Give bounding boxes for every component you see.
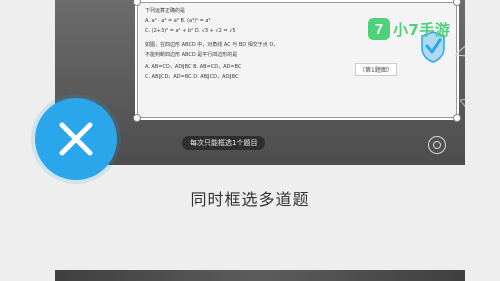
question-line: 如图，在四边形 ABCD 中，对角线 AC 与 BD 相交于点 O， (145, 42, 279, 48)
crop-handle[interactable] (133, 114, 141, 122)
next-preview-shade (55, 270, 465, 281)
question-line: C. (2+3)² = a² + b² D. √3 + √2 = √5 (145, 28, 236, 34)
close-icon (59, 122, 93, 156)
question-line: A. a² · a³ = a⁶ B. (a³)² = a⁵ (145, 18, 211, 24)
question-line: C. AB∥CD，AD=BC D. AB∥CD，AD∥BC (145, 74, 239, 80)
question-line: 下列运算正确的是 (145, 8, 186, 14)
hint-chip: 每次只能框选1个题目 (182, 136, 266, 150)
watermark-logo: 7 小7手游 (368, 18, 450, 40)
question-line: A. AB=CD，AD∥BC B. AB=CD，AD=BC (145, 64, 242, 70)
crop-handle[interactable] (133, 0, 141, 6)
tutorial-caption: 同时框选多道题 (190, 190, 310, 209)
rotate-icon[interactable] (428, 136, 446, 154)
tutorial-screen: 下列运算正确的是 A. a² · a³ = a⁶ B. (a³)² = a⁵ C… (0, 0, 500, 281)
logo-badge: 7 (368, 18, 390, 40)
logo-text: 小7手游 (393, 20, 451, 39)
figure-label: （第1题图） (355, 63, 397, 76)
close-button[interactable] (35, 98, 117, 180)
question-line: 不能判断四边形 ABCD 是平行四边形的是 (145, 52, 238, 58)
geometry-figure (455, 45, 465, 108)
next-preview-strip (55, 270, 465, 281)
